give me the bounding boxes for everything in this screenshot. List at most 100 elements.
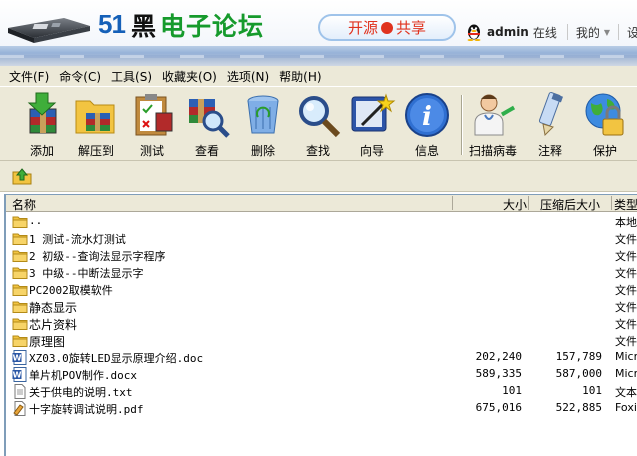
file-name: 芯片资料: [29, 318, 78, 332]
view-button[interactable]: 查看: [177, 91, 237, 159]
file-name: ..: [29, 214, 43, 227]
folder-icon: [12, 282, 28, 297]
file-type: 本地: [615, 216, 637, 229]
column-divider[interactable]: [528, 196, 529, 210]
file-type: 文件: [615, 267, 637, 280]
file-type: 文件: [615, 318, 637, 331]
folder-icon: [12, 214, 28, 229]
file-name: 3 中级--中断法显示字: [29, 267, 144, 280]
address-bar: [0, 160, 637, 192]
column-divider[interactable]: [452, 196, 453, 210]
file-packed-size: 157,789: [555, 350, 602, 363]
add-button[interactable]: 添加: [12, 91, 72, 159]
find-button[interactable]: 查找: [288, 91, 348, 159]
virus-scan-button[interactable]: 扫描病毒: [463, 91, 523, 159]
file-row[interactable]: 3 中级--中断法显示字 文件: [6, 264, 637, 281]
file-name: PC2002取模软件: [29, 284, 113, 297]
username-link[interactable]: admin: [487, 25, 529, 39]
extract-label: 解压到: [77, 144, 114, 158]
divider: [618, 24, 620, 40]
pill-left-text: 开源: [347, 19, 378, 37]
wizard-label: 向导: [359, 144, 384, 158]
menu-tools[interactable]: 工具(S): [111, 68, 152, 85]
file-name: 单片机POV制作.docx: [29, 369, 137, 382]
menu-options[interactable]: 选项(N): [227, 68, 269, 85]
text-file-icon: [12, 384, 28, 399]
column-divider[interactable]: [611, 196, 612, 210]
protect-button[interactable]: 保护: [575, 91, 635, 159]
logo-number: 51: [98, 9, 126, 39]
add-archive-icon: [27, 92, 57, 134]
svg-text:i: i: [422, 102, 432, 132]
file-packed-size: 587,000: [555, 367, 602, 380]
file-type: Foxi: [615, 401, 637, 414]
pill-right-text: 共享: [396, 19, 427, 37]
file-row[interactable]: 静态显示 文件: [6, 298, 637, 315]
folder-icon: [12, 333, 28, 348]
file-packed-size: 522,885: [555, 401, 602, 414]
wizard-button[interactable]: 向导: [342, 91, 402, 159]
chevron-down-icon[interactable]: ▼: [604, 28, 610, 37]
banner-strip: [0, 46, 637, 66]
folder-icon: [12, 316, 28, 331]
svg-text:W: W: [13, 354, 22, 363]
column-name[interactable]: 名称: [12, 196, 36, 212]
extract-to-button[interactable]: 解压到: [66, 91, 126, 159]
divider: [566, 24, 568, 40]
file-type: Micr: [615, 367, 637, 380]
file-packed-size: 101: [582, 384, 602, 397]
menu-commands[interactable]: 命令(C): [59, 68, 101, 85]
file-row[interactable]: 关于供电的说明.txt 101 101 文本: [6, 383, 637, 400]
protect-label: 保护: [592, 144, 617, 158]
file-type: 文件: [615, 301, 637, 314]
file-name: 十字旋转调试说明.pdf: [29, 403, 144, 416]
file-type: 文本: [615, 386, 637, 399]
doctor-icon: [474, 94, 516, 136]
file-type: 文件: [615, 233, 637, 246]
comment-label: 注释: [537, 144, 562, 158]
column-packed-size[interactable]: 压缩后大小: [540, 196, 600, 212]
svg-text:W: W: [13, 371, 22, 380]
file-row[interactable]: PC2002取模软件 文件: [6, 281, 637, 298]
file-row[interactable]: 原理图 文件: [6, 332, 637, 349]
file-row[interactable]: 十字旋转调试说明.pdf 675,016 522,885 Foxi: [6, 400, 637, 417]
file-row[interactable]: W 单片机POV制作.docx 589,335 587,000 Micr: [6, 366, 637, 383]
test-button[interactable]: 测试: [122, 91, 182, 159]
file-name: 关于供电的说明.txt: [29, 386, 133, 399]
file-type: Micr: [615, 350, 637, 363]
my-menu[interactable]: 我的: [576, 24, 600, 41]
file-row[interactable]: 2 初级--查询法显示字程序 文件: [6, 247, 637, 264]
settings-link[interactable]: 设置: [627, 24, 637, 41]
view-label: 查看: [194, 144, 219, 158]
file-name: 原理图: [29, 335, 66, 349]
menu-favorites[interactable]: 收藏夹(O): [162, 68, 217, 85]
file-type: 文件: [615, 335, 637, 348]
file-row[interactable]: 1 测试-流水灯测试 文件: [6, 230, 637, 247]
add-label: 添加: [29, 144, 54, 158]
file-row[interactable]: 芯片资料 文件: [6, 315, 637, 332]
info-button[interactable]: i 信息: [397, 91, 457, 159]
file-row[interactable]: W XZ03.0旋转LED显示原理介绍.doc 202,240 157,789 Micr: [6, 349, 637, 366]
delete-button[interactable]: 删除: [233, 91, 293, 159]
info-label: 信息: [414, 144, 439, 158]
column-size[interactable]: 大小: [503, 196, 527, 212]
extract-folder-icon: [75, 100, 115, 134]
comment-button[interactable]: 注释: [520, 91, 580, 159]
logo-hei: 黑: [131, 12, 157, 41]
file-list: 名称 大小 压缩后大小 类型 .. 本地 1 测试-流水灯测试 文件 2 初级--查询法…: [4, 194, 637, 456]
info-icon: i: [405, 93, 449, 137]
file-type: 文件: [615, 250, 637, 263]
folder-icon: [12, 231, 28, 246]
virus-scan-label: 扫描病毒: [468, 144, 517, 158]
menu-file[interactable]: 文件(F): [9, 68, 49, 85]
menu-help[interactable]: 帮助(H): [279, 68, 321, 85]
clipboard-test-icon: [135, 94, 173, 136]
menu-bar: 文件(F) 命令(C) 工具(S) 收藏夹(O) 选项(N) 帮助(H): [0, 66, 637, 86]
red-dot-icon: [381, 21, 393, 34]
list-header: 名称 大小 压缩后大小 类型: [6, 195, 637, 212]
pen-comment-icon: [538, 91, 563, 137]
online-status: 在线: [532, 25, 557, 40]
file-row[interactable]: .. 本地: [6, 213, 637, 230]
up-folder-icon[interactable]: [11, 166, 33, 186]
column-type[interactable]: 类型: [614, 196, 637, 212]
